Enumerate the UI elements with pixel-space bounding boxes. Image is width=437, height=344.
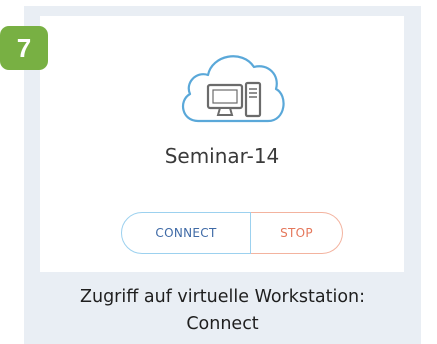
stop-button[interactable]: STOP (251, 212, 343, 254)
cloud-computer-icon (176, 47, 288, 127)
workstation-name: Seminar-14 (164, 144, 280, 168)
connect-button[interactable]: CONNECT (121, 212, 251, 254)
step-badge: 7 (0, 26, 48, 70)
action-button-group: CONNECT STOP (121, 212, 343, 254)
caption-line-1: Zugriff auf virtuelle Workstation: (79, 287, 366, 307)
caption-line-2: Connect (186, 314, 259, 334)
caption: Zugriff auf virtuelle Workstation: Conne… (24, 284, 421, 338)
